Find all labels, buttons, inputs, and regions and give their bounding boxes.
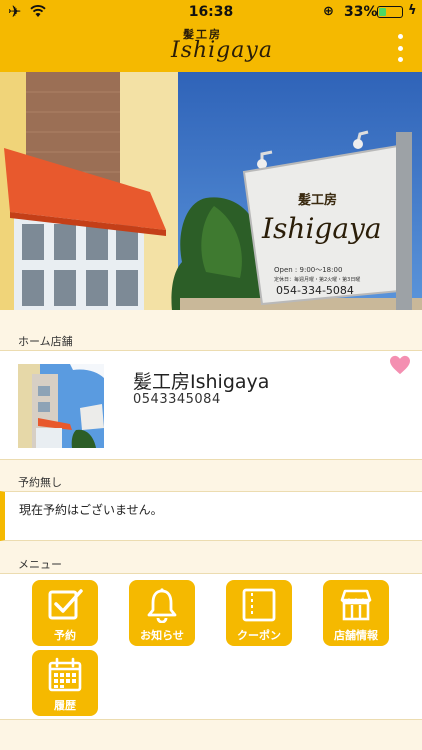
bell-icon bbox=[147, 588, 177, 623]
reservation-card: 現在予約はございません。 bbox=[0, 491, 422, 541]
battery-percent: 33% bbox=[344, 4, 378, 20]
reservation-message: 現在予約はございません。 bbox=[19, 503, 163, 517]
store-phone[interactable]: 0543345084 bbox=[133, 392, 221, 407]
sign-hours: Open : 9:00～18:00 bbox=[274, 266, 342, 274]
app-header: ✈ 16:38 ⊕ 33% ϟ 髪工房 Ishigaya bbox=[0, 0, 422, 72]
menu-label: 予約 bbox=[54, 629, 76, 642]
coupon-icon bbox=[242, 588, 276, 622]
home-store-card[interactable]: 髪工房Ishigaya 0543345084 bbox=[0, 350, 422, 460]
status-bar: ✈ 16:38 ⊕ 33% ϟ bbox=[0, 0, 422, 24]
sign-kanji: 髪工房 bbox=[297, 192, 337, 208]
menu-label: クーポン bbox=[237, 629, 281, 642]
more-menu-button[interactable] bbox=[392, 34, 408, 62]
menu-coupon-button[interactable]: クーポン bbox=[226, 580, 292, 646]
charging-icon: ϟ bbox=[408, 3, 417, 18]
menu-history-button[interactable]: 履歴 bbox=[32, 650, 98, 716]
favorite-heart-icon[interactable] bbox=[389, 355, 411, 375]
more-dot-icon bbox=[397, 34, 403, 39]
menu-store-info-button[interactable]: 店舗情報 bbox=[323, 580, 389, 646]
menu-grid: 予約 お知らせ クーポン 店舗情報 履歴 bbox=[0, 573, 422, 720]
menu-reservation-button[interactable]: 予約 bbox=[32, 580, 98, 646]
storefront-photo: 髪工房 Ishigaya Open : 9:00～18:00 定休日：毎週月曜・… bbox=[0, 72, 422, 310]
logo-name: Ishigaya bbox=[171, 38, 273, 63]
battery-icon bbox=[377, 6, 403, 18]
sign-holiday: 定休日：毎週月曜・第2火曜・第3日曜 bbox=[274, 276, 360, 283]
more-dot-icon bbox=[397, 45, 403, 51]
menu-label: お知らせ bbox=[140, 629, 184, 642]
store-name: 髪工房Ishigaya bbox=[133, 371, 270, 393]
orientation-lock-icon: ⊕ bbox=[323, 4, 334, 19]
sign-tel: 054-334-5084 bbox=[276, 284, 354, 297]
home-store-section-label: ホーム店舗 bbox=[18, 335, 73, 348]
menu-label: 店舗情報 bbox=[334, 629, 378, 642]
checkbox-icon bbox=[48, 589, 83, 620]
reservation-section-label: 予約無し bbox=[18, 476, 62, 489]
store-thumbnail bbox=[18, 364, 104, 448]
more-dot-icon bbox=[397, 57, 403, 62]
shop-logo: 髪工房 Ishigaya bbox=[165, 26, 272, 70]
menu-notice-button[interactable]: お知らせ bbox=[129, 580, 195, 646]
calendar-icon bbox=[48, 657, 82, 692]
storefront-illustration: 髪工房 Ishigaya Open : 9:00～18:00 定休日：毎週月曜・… bbox=[0, 72, 422, 310]
menu-label: 履歴 bbox=[54, 699, 76, 712]
sign-name: Ishigaya bbox=[261, 212, 382, 245]
menu-section-label: メニュー bbox=[18, 558, 62, 571]
battery-fill bbox=[379, 8, 387, 16]
store-icon bbox=[340, 589, 372, 621]
